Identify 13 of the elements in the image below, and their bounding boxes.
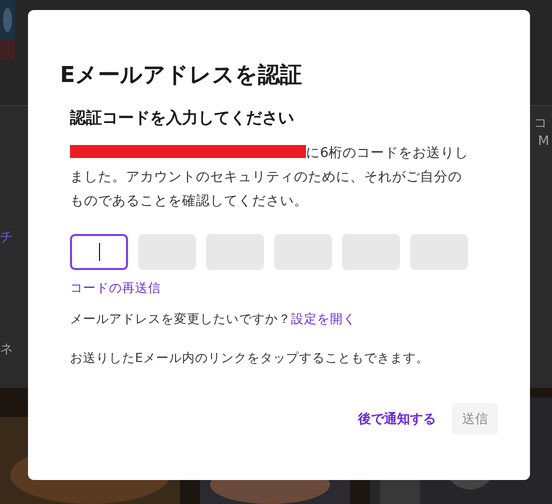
description-text: に6桁のコードをお送りしました。アカウントのセキュリティのために、それがご自分のものであることを確認してください。: [70, 144, 470, 211]
dialog-subtitle: 認証コードを入力してください: [70, 108, 295, 129]
dialog-title: Eメールアドレスを認証: [60, 62, 304, 90]
background-text: チ: [0, 229, 13, 246]
code-digit-field[interactable]: [70, 234, 128, 270]
remind-later-button[interactable]: 後で通知する: [354, 404, 440, 434]
change-email-text: メールアドレスを変更したいですか？設定を開く: [70, 311, 357, 328]
background-text: コ: [534, 115, 547, 132]
background-text: M: [538, 134, 550, 149]
resend-code-link[interactable]: コードの再送信: [70, 280, 161, 297]
open-settings-link[interactable]: 設定を開く: [291, 311, 356, 326]
background-text: ネ: [0, 341, 13, 358]
hint-text: お送りしたEメール内のリンクをタップすることもできます。: [70, 350, 430, 367]
